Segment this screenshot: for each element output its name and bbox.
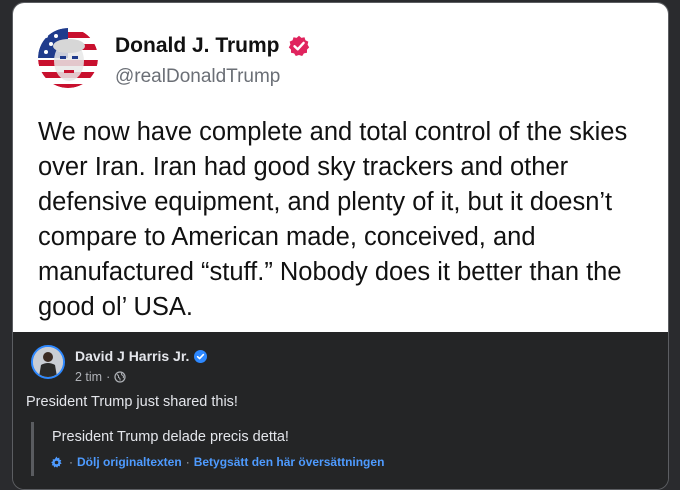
verified-badge-icon	[288, 35, 309, 56]
gear-icon[interactable]	[50, 456, 63, 469]
link-separator: ·	[69, 455, 73, 469]
truth-social-post-card: Donald J. Trump @realDonaldTrump We now …	[13, 3, 668, 332]
post-text: President Trump just shared this!	[26, 394, 238, 410]
post-timestamp[interactable]: 2 tim	[75, 370, 102, 384]
post-meta: 2 tim ·	[75, 370, 126, 384]
author-handle[interactable]: @realDonaldTrump	[115, 66, 280, 88]
translation-actions: · Dölj originaltexten · Betygsätt den hä…	[50, 455, 384, 469]
facebook-post: David J Harris Jr. 2 tim · President Tru…	[13, 332, 668, 489]
translated-text: President Trump delade precis detta!	[52, 429, 289, 445]
sharer-name[interactable]: David J Harris Jr.	[75, 348, 189, 364]
sharer-avatar[interactable]	[31, 345, 65, 379]
verified-badge-icon	[194, 349, 208, 363]
translation-block: President Trump delade precis detta! · D…	[31, 422, 644, 476]
hide-original-link[interactable]: Dölj originaltexten	[77, 455, 182, 469]
meta-separator: ·	[106, 370, 111, 384]
shared-post-frame: Donald J. Trump @realDonaldTrump We now …	[12, 2, 669, 490]
author-display-name[interactable]: Donald J. Trump	[115, 34, 280, 58]
globe-icon[interactable]	[114, 371, 126, 383]
post-body-text: We now have complete and total control o…	[38, 118, 628, 321]
author-avatar[interactable]	[38, 28, 98, 88]
rate-translation-link[interactable]: Betygsätt den här översättningen	[194, 455, 385, 469]
link-separator: ·	[185, 455, 190, 469]
